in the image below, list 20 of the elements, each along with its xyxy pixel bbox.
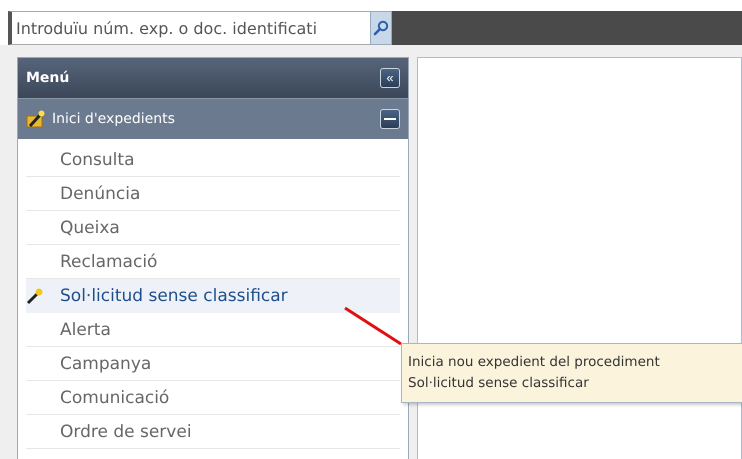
- folder-wand-icon: [26, 109, 46, 129]
- menu-item[interactable]: Ordre de servei: [26, 415, 400, 449]
- menu-item[interactable]: Queixa: [26, 211, 400, 245]
- search-icon: [373, 20, 389, 36]
- menu-item[interactable]: Alerta: [26, 313, 400, 347]
- tooltip-text: Inicia nou expedient del procediment: [408, 353, 661, 372]
- menu-item[interactable]: Comunicació: [26, 381, 400, 415]
- section-label: Inici d'expedients: [52, 111, 176, 127]
- menu-item[interactable]: Consulta: [26, 143, 400, 177]
- search-field[interactable]: Introduïu núm. exp. o doc. identificati: [8, 11, 370, 45]
- wand-icon: [26, 286, 44, 304]
- collapse-section-button[interactable]: [380, 109, 400, 129]
- menu-item[interactable]: Denúncia: [26, 177, 400, 211]
- tooltip-text: Sol·licitud sense classificar: [408, 374, 590, 393]
- section-header[interactable]: Inici d'expedients: [18, 98, 408, 139]
- menu-item[interactable]: Sol·licitud sense classificar: [26, 279, 400, 313]
- search-button[interactable]: [370, 11, 392, 45]
- menu-item[interactable]: Campanya: [26, 347, 400, 381]
- collapse-button[interactable]: «: [380, 68, 400, 88]
- menu-title: Menú: [26, 70, 70, 86]
